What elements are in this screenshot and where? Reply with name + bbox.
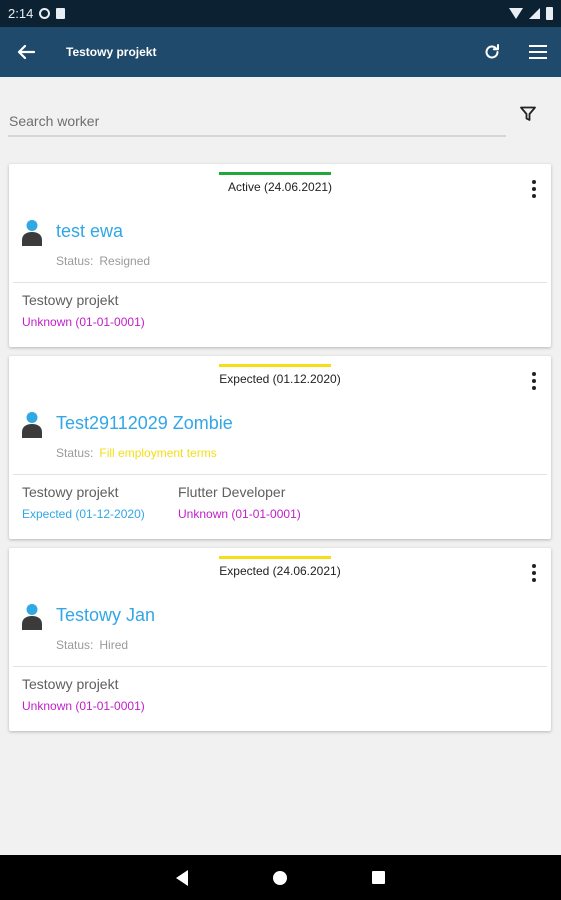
- state-label: Expected (24.06.2021): [219, 564, 341, 578]
- worker-name-link[interactable]: test ewa: [56, 221, 123, 242]
- status-time: 2:14: [8, 6, 34, 21]
- more-options-button[interactable]: [527, 178, 541, 200]
- nav-back-icon[interactable]: [176, 869, 188, 886]
- gear-icon: [39, 8, 51, 19]
- menu-button[interactable]: [515, 27, 561, 77]
- more-options-button[interactable]: [527, 370, 541, 392]
- battery-icon: [546, 7, 553, 20]
- refresh-icon: [485, 44, 499, 59]
- search-input[interactable]: [8, 107, 506, 137]
- filter-icon: [520, 106, 536, 121]
- worker-card[interactable]: Expected (01.12.2020) Test29112029 Zombi…: [9, 356, 551, 539]
- status-row: Status: Hired: [56, 638, 128, 652]
- system-nav-bar: [0, 855, 561, 900]
- sim-icon: [56, 8, 66, 19]
- status-label: Status:: [56, 254, 94, 268]
- page-title: Testowy projekt: [66, 45, 157, 59]
- project-name: Testowy projekt: [22, 484, 119, 500]
- worker-card[interactable]: Expected (24.06.2021) Testowy Jan Status…: [9, 548, 551, 731]
- person-icon: [22, 412, 42, 438]
- nav-home-icon[interactable]: [273, 870, 287, 885]
- status-label: Status:: [56, 446, 94, 460]
- state-indicator-bar: [219, 172, 331, 175]
- project-entry: Testowy projekt Expected (01-12-2020): [22, 484, 145, 521]
- project-name: Testowy projekt: [22, 676, 119, 692]
- status-value: Fill employment terms: [99, 446, 217, 460]
- project-state: Unknown (01-01-0001): [178, 507, 301, 521]
- search-area: [0, 77, 561, 157]
- person-icon: [22, 220, 42, 246]
- status-value: Resigned: [99, 254, 151, 268]
- refresh-button[interactable]: [469, 27, 515, 77]
- arrow-left-icon: [17, 44, 35, 60]
- back-button[interactable]: [0, 27, 52, 77]
- project-state: Expected (01-12-2020): [22, 507, 145, 521]
- more-vert-icon: [532, 372, 536, 376]
- status-bar: 2:14: [0, 0, 561, 27]
- divider: [13, 282, 547, 283]
- wifi-icon: [509, 8, 523, 19]
- project-entry: Flutter Developer Unknown (01-01-0001): [178, 484, 301, 521]
- signal-icon: [529, 8, 540, 19]
- filter-button[interactable]: [513, 99, 543, 129]
- worker-name-link[interactable]: Testowy Jan: [56, 605, 155, 626]
- project-name: Testowy projekt: [22, 292, 119, 308]
- state-indicator-bar: [219, 364, 331, 367]
- state-indicator-bar: [219, 556, 331, 559]
- more-options-button[interactable]: [527, 562, 541, 584]
- worker-card[interactable]: Active (24.06.2021) test ewa Status: Resi…: [9, 164, 551, 347]
- project-state: Unknown (01-01-0001): [22, 315, 145, 329]
- project-name: Flutter Developer: [178, 484, 286, 500]
- worker-name-link[interactable]: Test29112029 Zombie: [56, 413, 233, 434]
- status-value: Hired: [99, 638, 129, 652]
- status-row: Status: Fill employment terms: [56, 446, 217, 460]
- project-state: Unknown (01-01-0001): [22, 699, 145, 713]
- project-entry: Testowy projekt Unknown (01-01-0001): [22, 292, 145, 329]
- state-label: Expected (01.12.2020): [219, 372, 341, 386]
- more-vert-icon: [532, 564, 536, 568]
- status-label: Status:: [56, 638, 94, 652]
- divider: [13, 474, 547, 475]
- project-entry: Testowy projekt Unknown (01-01-0001): [22, 676, 145, 713]
- state-label: Active (24.06.2021): [227, 180, 333, 194]
- hamburger-menu-icon: [529, 45, 547, 59]
- divider: [13, 666, 547, 667]
- more-vert-icon: [532, 180, 536, 184]
- app-bar: Testowy projekt: [0, 27, 561, 77]
- nav-recents-icon[interactable]: [372, 871, 385, 884]
- person-icon: [22, 604, 42, 630]
- status-row: Status: Resigned: [56, 254, 150, 268]
